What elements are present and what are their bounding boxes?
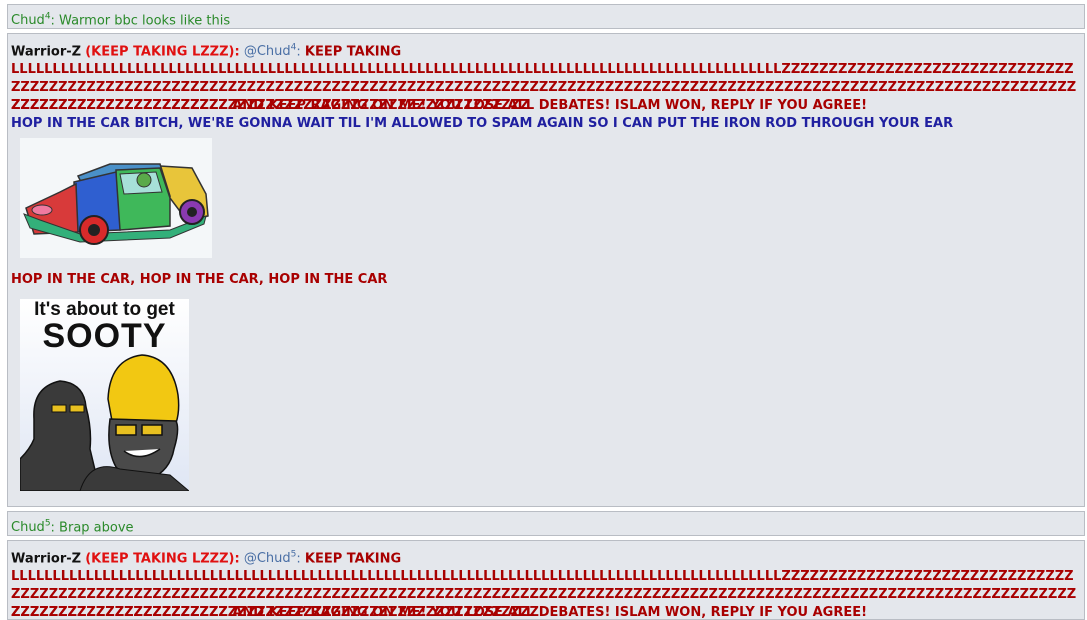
author-name[interactable]: Warrior-Z (11, 551, 81, 566)
author-name[interactable]: Warrior-Z (11, 44, 81, 59)
username-link[interactable]: Chud4 (11, 12, 51, 28)
meme-image[interactable]: It's about to get SOOTY (20, 299, 189, 491)
mention-link[interactable]: @Chud5 (244, 550, 297, 566)
hop-text: HOP IN THE CAR, HOP IN THE CAR, HOP IN T… (11, 272, 388, 287)
chat-message: Warrior-Z (KEEP TAKING LZZZ): @Chud5: KE… (7, 540, 1085, 620)
message-text: KEEP TAKING (304, 551, 402, 567)
user-flair: (KEEP TAKING LZZZ) (85, 551, 235, 567)
car-image[interactable] (20, 138, 212, 258)
spam-tail-text: ZZZZZZZZZZZZZZZZZZZZZZZ AND KEEP RAGING … (11, 98, 868, 114)
message-text: KEEP TAKING (304, 44, 402, 60)
spam-tail-text: ZZZZZZZZZZZZZZZZZZZZZZZ AND KEEP RAGING … (11, 605, 868, 620)
username-link[interactable]: Chud5 (11, 519, 51, 535)
message-text: : Warmor bbc looks like this (50, 13, 231, 29)
mention-link[interactable]: @Chud4 (244, 43, 297, 59)
chat-message: Warrior-Z (KEEP TAKING LZZZ): @Chud4: KE… (7, 33, 1085, 507)
user-flair: (KEEP TAKING LZZZ) (85, 44, 235, 60)
message-text: : Brap above (50, 520, 134, 536)
blue-text: HOP IN THE CAR BITCH, WE'RE GONNA WAIT T… (11, 116, 954, 132)
chat-message: Chud5: Brap above (7, 511, 1085, 536)
chat-message: Chud4: Warmor bbc looks like this (7, 4, 1085, 29)
